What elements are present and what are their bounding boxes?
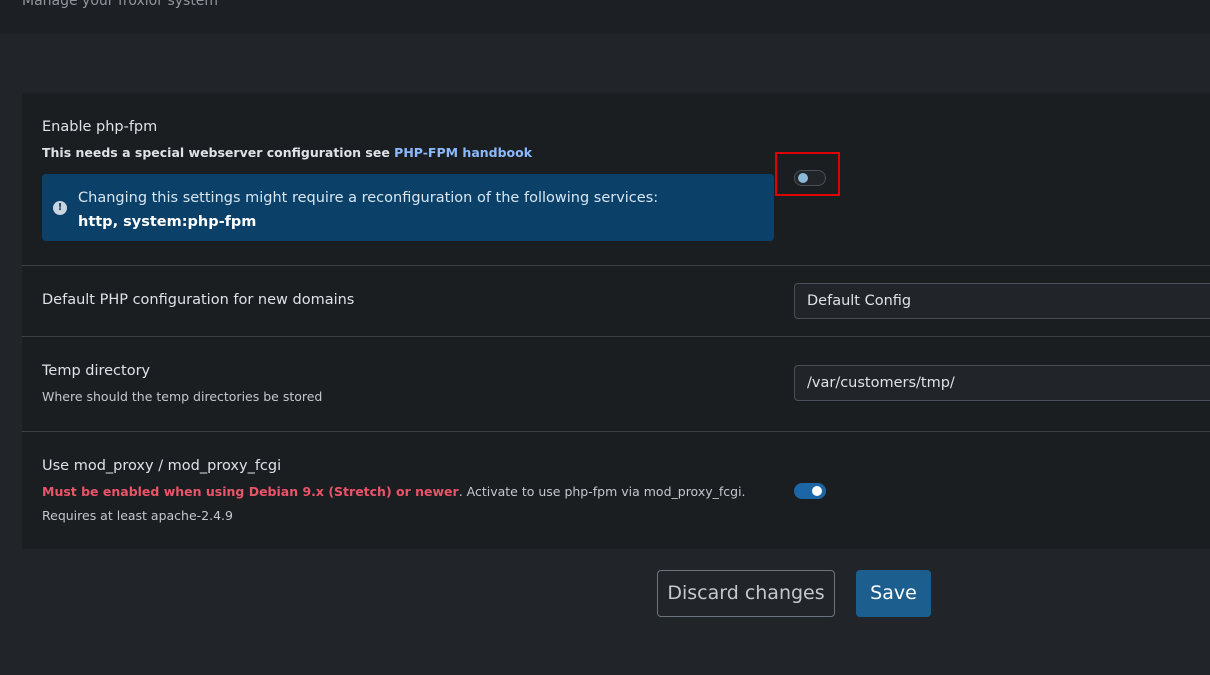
- alert-text: Changing this settings might require a r…: [78, 190, 659, 206]
- toggle-knob: [812, 486, 822, 496]
- reconfiguration-alert: ! Changing this settings might require a…: [42, 174, 774, 241]
- alert-services: http, system:php-fpm: [78, 214, 257, 230]
- highlight-box: [775, 152, 840, 196]
- discard-changes-button[interactable]: Discard changes: [657, 570, 835, 617]
- settings-card: Enable php-fpm This needs a special webs…: [22, 93, 1210, 549]
- description-text: This needs a special webserver configura…: [42, 145, 395, 160]
- setting-row-mod-proxy: Use mod_proxy / mod_proxy_fcgi Must be e…: [22, 431, 1210, 549]
- setting-description: This needs a special webserver configura…: [42, 141, 532, 165]
- php-fpm-handbook-link[interactable]: PHP-FPM handbook: [394, 145, 532, 160]
- debian-warning-text: Must be enabled when using Debian 9.x (S…: [42, 484, 459, 499]
- setting-description: Must be enabled when using Debian 9.x (S…: [42, 480, 782, 528]
- save-button[interactable]: Save: [856, 570, 931, 617]
- setting-row-default-php-config: Default PHP configuration for new domain…: [22, 265, 1210, 336]
- settings-page: Manage your froxlor system Enable php-fp…: [0, 0, 1210, 675]
- exclamation-circle-icon: !: [53, 201, 67, 215]
- setting-label: Use mod_proxy / mod_proxy_fcgi: [42, 458, 282, 474]
- temp-dir-input[interactable]: /var/customers/tmp/: [794, 365, 1210, 401]
- default-php-config-select[interactable]: Default Config: [794, 283, 1210, 319]
- setting-description: Where should the temp directories be sto…: [42, 389, 323, 404]
- mod-proxy-toggle[interactable]: [794, 483, 826, 499]
- page-subtitle: Manage your froxlor system: [22, 0, 219, 9]
- setting-row-php-fpm: Enable php-fpm This needs a special webs…: [22, 93, 1210, 265]
- setting-label: Default PHP configuration for new domain…: [42, 292, 355, 308]
- setting-label: Temp directory: [42, 363, 151, 379]
- setting-label: Enable php-fpm: [42, 119, 158, 135]
- setting-row-temp-dir: Temp directory Where should the temp dir…: [22, 336, 1210, 431]
